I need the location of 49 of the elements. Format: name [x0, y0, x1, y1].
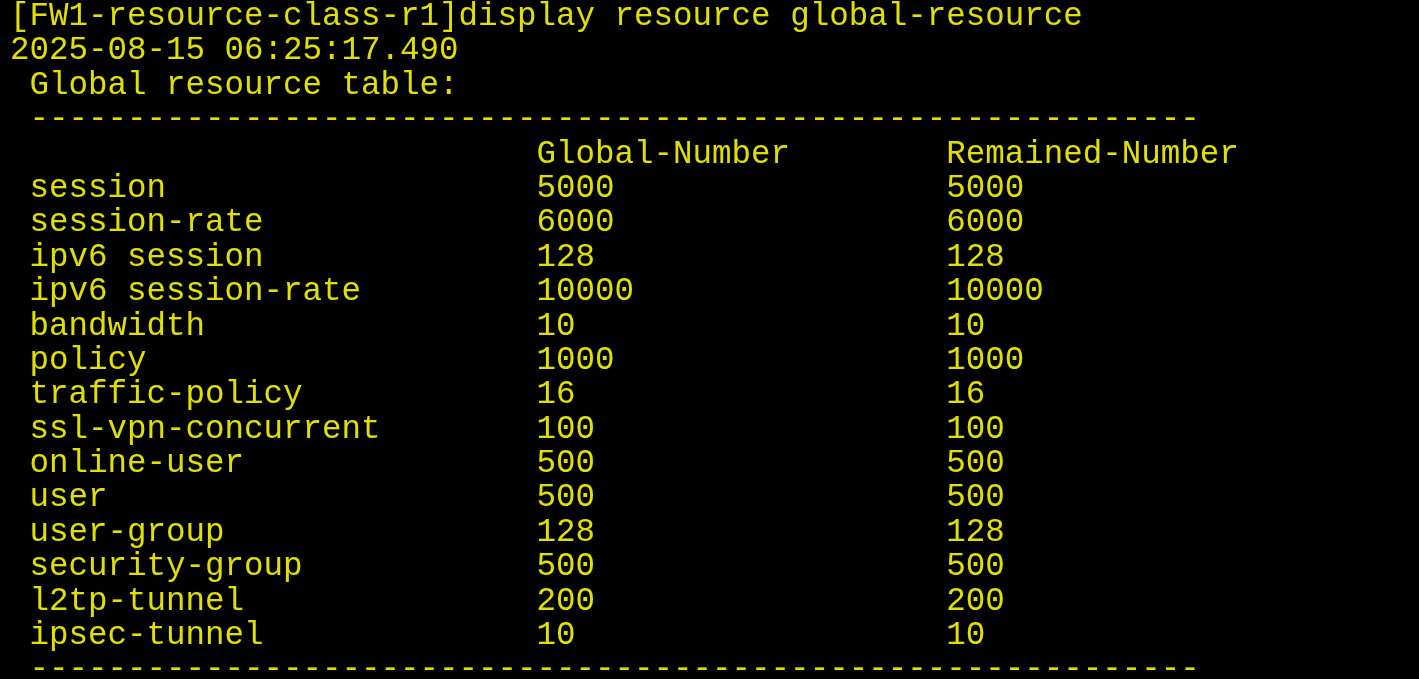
global-number: 100: [536, 412, 597, 448]
resource-name: ipsec-tunnel: [28, 619, 265, 654]
global-number: 1000: [536, 343, 616, 379]
remained-number: 10: [946, 619, 986, 654]
remained-number: 500: [946, 481, 1005, 516]
resource-name: online-user: [28, 447, 246, 482]
global-number: 16: [536, 378, 577, 413]
remained-number: 128: [946, 240, 1005, 276]
global-number: 128: [536, 240, 597, 276]
resource-name: policy: [28, 343, 148, 379]
resource-name: bandwidth: [28, 309, 207, 344]
global-number: 10: [536, 309, 577, 344]
remained-number: 10: [946, 309, 986, 344]
resource-name: traffic-policy: [28, 378, 304, 413]
global-number: 500: [536, 481, 597, 516]
remained-number: 16: [946, 378, 986, 413]
timestamp: 2025-08-15 06:25:17.490: [10, 34, 459, 69]
remained-number: 10000: [946, 275, 1044, 310]
table-title: Global resource table:: [28, 68, 459, 104]
remained-number: 200: [946, 584, 1005, 620]
remained-number: 1000: [946, 343, 1025, 379]
global-number: 6000: [536, 206, 616, 241]
global-number: 10: [536, 619, 577, 654]
remained-number: 500: [946, 550, 1005, 585]
column-header: Remained-Number: [946, 137, 1239, 172]
resource-name: session-rate: [28, 206, 265, 241]
remained-number: 100: [946, 412, 1005, 448]
remained-number: 6000: [946, 206, 1025, 241]
resource-name: ipv6 session: [28, 240, 265, 276]
column-header: Global-Number: [536, 137, 792, 172]
remained-number: 128: [946, 515, 1005, 551]
resource-name: session: [28, 171, 168, 207]
separator-line: ------------------------------------------------------------: [28, 103, 1200, 138]
resource-name: ipv6 session-rate: [28, 275, 363, 310]
resource-name: l2tp-tunnel: [28, 584, 246, 620]
command-line: [FW1-resource-class-r1]display resource global-resource: [10, 0, 1083, 35]
global-number: 500: [536, 447, 597, 482]
resource-name: user: [28, 481, 109, 516]
global-number: 500: [536, 550, 597, 585]
resource-name: ssl-vpn-concurrent: [28, 412, 382, 448]
global-number: 10000: [536, 275, 636, 310]
separator-line: ------------------------------------------------------------: [28, 653, 1200, 679]
global-number: 5000: [536, 171, 616, 207]
remained-number: 500: [946, 447, 1005, 482]
remained-number: 5000: [946, 171, 1025, 207]
global-number: 128: [536, 515, 597, 551]
resource-name: security-group: [28, 550, 304, 585]
global-number: 200: [536, 584, 597, 620]
resource-name: user-group: [28, 515, 226, 551]
